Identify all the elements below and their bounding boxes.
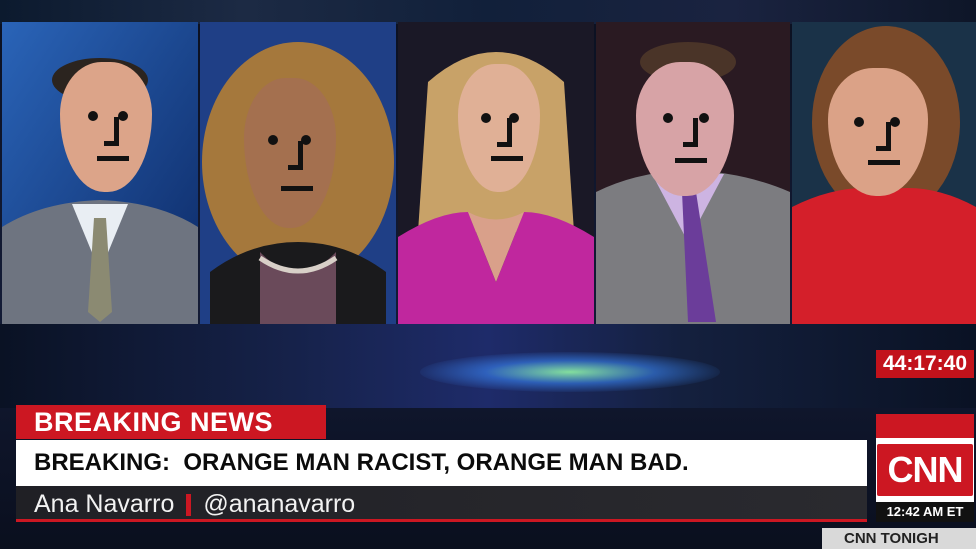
panelist-3 xyxy=(398,22,594,324)
panelist-2 xyxy=(200,22,396,324)
studio-light-glow xyxy=(420,352,720,392)
broadcast-frame: 44:17:40 BREAKING NEWS BREAKING: ORANGE … xyxy=(0,0,976,549)
guest-name: Ana Navarro xyxy=(34,490,175,518)
guest-name-bar: Ana Navarro @ananavarro xyxy=(16,486,867,522)
countdown-clock: 44:17:40 xyxy=(876,350,974,378)
time-display: 12:42 AM ET xyxy=(876,502,974,522)
network-logo: CNN xyxy=(877,444,973,496)
headline-banner: BREAKING: ORANGE MAN RACIST, ORANGE MAN … xyxy=(16,440,867,486)
studio-top-strip xyxy=(0,0,976,24)
breaking-news-label: BREAKING NEWS xyxy=(16,405,326,439)
panelist-5 xyxy=(792,22,976,324)
panelist-4 xyxy=(596,22,790,324)
name-divider xyxy=(186,494,192,517)
show-name: CNN TONIGH xyxy=(822,528,976,549)
guest-handle: @ananavarro xyxy=(203,490,356,518)
panelist-1 xyxy=(2,22,198,324)
